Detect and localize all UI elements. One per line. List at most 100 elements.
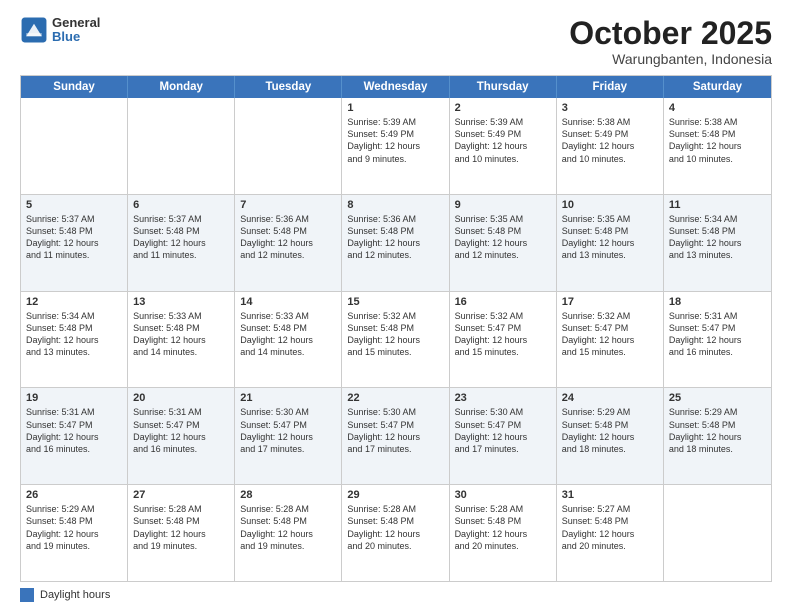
day-number: 31 <box>562 489 658 501</box>
calendar-cell: 23Sunrise: 5:30 AM Sunset: 5:47 PM Dayli… <box>450 388 557 484</box>
calendar-week-5: 26 Sunrise: 5:29 AM Sunset: 5:48 PM Dayli… <box>21 484 771 581</box>
day-number: 5 <box>26 199 122 211</box>
day-number: 20 <box>133 392 229 404</box>
day-info: Sunrise: 5:36 AM Sunset: 5:48 PM Dayligh… <box>347 213 443 262</box>
calendar-cell: 24 Sunrise: 5:29 AM Sunset: 5:48 PM Dayli… <box>557 388 664 484</box>
day-info: Sunrise: 5:35 AM Sunset: 5:48 PM Dayligh… <box>455 213 551 262</box>
legend-label: Daylight hours <box>40 589 110 601</box>
day-info: Sunrise: 5:35 AM Sunset: 5:48 PM Dayligh… <box>562 213 658 262</box>
calendar-cell: 29 Sunrise: 5:28 AM Sunset: 5:48 PM Dayli… <box>342 485 449 581</box>
day-info: Sunrise: 5:31 AM Sunset: 5:47 PM Dayligh… <box>26 406 122 455</box>
calendar-body: 1Sunrise: 5:39 AM Sunset: 5:49 PM Daylig… <box>21 98 771 581</box>
calendar-cell: 7Sunrise: 5:36 AM Sunset: 5:48 PM Daylig… <box>235 195 342 291</box>
calendar-cell: 13 Sunrise: 5:33 AM Sunset: 5:48 PM Dayli… <box>128 292 235 388</box>
day-number: 26 <box>26 489 122 501</box>
day-info: Sunrise: 5:38 AM Sunset: 5:48 PM Dayligh… <box>669 116 766 165</box>
calendar-cell: 17Sunrise: 5:32 AM Sunset: 5:47 PM Dayli… <box>557 292 664 388</box>
day-info: Sunrise: 5:28 AM Sunset: 5:48 PM Dayligh… <box>133 503 229 552</box>
day-number: 23 <box>455 392 551 404</box>
day-info: Sunrise: 5:29 AM Sunset: 5:48 PM Dayligh… <box>669 406 766 455</box>
day-number: 12 <box>26 296 122 308</box>
day-info: Sunrise: 5:28 AM Sunset: 5:48 PM Dayligh… <box>347 503 443 552</box>
calendar-cell: 9 Sunrise: 5:35 AM Sunset: 5:48 PM Daylig… <box>450 195 557 291</box>
day-number: 1 <box>347 102 443 114</box>
day-info: Sunrise: 5:33 AM Sunset: 5:48 PM Dayligh… <box>133 310 229 359</box>
calendar-cell: 31 Sunrise: 5:27 AM Sunset: 5:48 PM Dayli… <box>557 485 664 581</box>
calendar: SundayMondayTuesdayWednesdayThursdayFrid… <box>20 75 772 582</box>
day-info: Sunrise: 5:34 AM Sunset: 5:48 PM Dayligh… <box>669 213 766 262</box>
logo-general-text: General <box>52 16 100 30</box>
header-day-saturday: Saturday <box>664 76 771 98</box>
day-number: 13 <box>133 296 229 308</box>
day-number: 15 <box>347 296 443 308</box>
calendar-cell: 18Sunrise: 5:31 AM Sunset: 5:47 PM Dayli… <box>664 292 771 388</box>
calendar-cell: 19 Sunrise: 5:31 AM Sunset: 5:47 PM Dayli… <box>21 388 128 484</box>
calendar-cell: 14 Sunrise: 5:33 AM Sunset: 5:48 PM Dayli… <box>235 292 342 388</box>
day-info: Sunrise: 5:28 AM Sunset: 5:48 PM Dayligh… <box>240 503 336 552</box>
day-number: 22 <box>347 392 443 404</box>
day-number: 30 <box>455 489 551 501</box>
calendar-header-row: SundayMondayTuesdayWednesdayThursdayFrid… <box>21 76 771 98</box>
day-info: Sunrise: 5:29 AM Sunset: 5:48 PM Dayligh… <box>26 503 122 552</box>
day-number: 24 <box>562 392 658 404</box>
day-number: 8 <box>347 199 443 211</box>
calendar-cell: 6 Sunrise: 5:37 AM Sunset: 5:48 PM Daylig… <box>128 195 235 291</box>
calendar-week-2: 5 Sunrise: 5:37 AM Sunset: 5:48 PM Daylig… <box>21 194 771 291</box>
day-info: Sunrise: 5:32 AM Sunset: 5:47 PM Dayligh… <box>455 310 551 359</box>
header-day-friday: Friday <box>557 76 664 98</box>
day-number: 17 <box>562 296 658 308</box>
calendar-cell: 2Sunrise: 5:39 AM Sunset: 5:49 PM Daylig… <box>450 98 557 194</box>
day-info: Sunrise: 5:29 AM Sunset: 5:48 PM Dayligh… <box>562 406 658 455</box>
logo-blue-text: Blue <box>52 30 100 44</box>
page: General Blue October 2025 Warungbanten, … <box>0 0 792 612</box>
day-number: 21 <box>240 392 336 404</box>
day-info: Sunrise: 5:34 AM Sunset: 5:48 PM Dayligh… <box>26 310 122 359</box>
calendar-cell: 12 Sunrise: 5:34 AM Sunset: 5:48 PM Dayli… <box>21 292 128 388</box>
day-number: 16 <box>455 296 551 308</box>
header-day-thursday: Thursday <box>450 76 557 98</box>
day-number: 4 <box>669 102 766 114</box>
header-day-tuesday: Tuesday <box>235 76 342 98</box>
calendar-cell: 26 Sunrise: 5:29 AM Sunset: 5:48 PM Dayli… <box>21 485 128 581</box>
calendar-week-1: 1Sunrise: 5:39 AM Sunset: 5:49 PM Daylig… <box>21 98 771 194</box>
calendar-cell: 10 Sunrise: 5:35 AM Sunset: 5:48 PM Dayli… <box>557 195 664 291</box>
calendar-location: Warungbanten, Indonesia <box>569 51 772 67</box>
day-info: Sunrise: 5:32 AM Sunset: 5:48 PM Dayligh… <box>347 310 443 359</box>
calendar-cell <box>235 98 342 194</box>
calendar-cell: 20Sunrise: 5:31 AM Sunset: 5:47 PM Dayli… <box>128 388 235 484</box>
day-info: Sunrise: 5:27 AM Sunset: 5:48 PM Dayligh… <box>562 503 658 552</box>
day-number: 9 <box>455 199 551 211</box>
day-number: 29 <box>347 489 443 501</box>
day-number: 2 <box>455 102 551 114</box>
calendar-cell: 11 Sunrise: 5:34 AM Sunset: 5:48 PM Dayli… <box>664 195 771 291</box>
calendar-cell <box>128 98 235 194</box>
calendar-cell: 1Sunrise: 5:39 AM Sunset: 5:49 PM Daylig… <box>342 98 449 194</box>
calendar-cell: 30Sunrise: 5:28 AM Sunset: 5:48 PM Dayli… <box>450 485 557 581</box>
day-number: 6 <box>133 199 229 211</box>
calendar-cell: 21 Sunrise: 5:30 AM Sunset: 5:47 PM Dayli… <box>235 388 342 484</box>
day-number: 14 <box>240 296 336 308</box>
day-number: 25 <box>669 392 766 404</box>
day-number: 27 <box>133 489 229 501</box>
calendar-cell: 15 Sunrise: 5:32 AM Sunset: 5:48 PM Dayli… <box>342 292 449 388</box>
day-number: 10 <box>562 199 658 211</box>
legend: Daylight hours <box>20 588 772 602</box>
day-info: Sunrise: 5:30 AM Sunset: 5:47 PM Dayligh… <box>347 406 443 455</box>
day-number: 11 <box>669 199 766 211</box>
day-info: Sunrise: 5:37 AM Sunset: 5:48 PM Dayligh… <box>133 213 229 262</box>
legend-color-box <box>20 588 34 602</box>
title-area: October 2025 Warungbanten, Indonesia <box>569 16 772 67</box>
calendar-title: October 2025 <box>569 16 772 51</box>
day-number: 19 <box>26 392 122 404</box>
day-info: Sunrise: 5:33 AM Sunset: 5:48 PM Dayligh… <box>240 310 336 359</box>
calendar-week-4: 19 Sunrise: 5:31 AM Sunset: 5:47 PM Dayli… <box>21 387 771 484</box>
calendar-cell: 8 Sunrise: 5:36 AM Sunset: 5:48 PM Daylig… <box>342 195 449 291</box>
calendar-cell: 4 Sunrise: 5:38 AM Sunset: 5:48 PM Daylig… <box>664 98 771 194</box>
day-info: Sunrise: 5:30 AM Sunset: 5:47 PM Dayligh… <box>240 406 336 455</box>
logo-text: General Blue <box>52 16 100 45</box>
calendar-cell: 22 Sunrise: 5:30 AM Sunset: 5:47 PM Dayli… <box>342 388 449 484</box>
logo: General Blue <box>20 16 100 45</box>
calendar-cell: 16 Sunrise: 5:32 AM Sunset: 5:47 PM Dayli… <box>450 292 557 388</box>
header-day-wednesday: Wednesday <box>342 76 449 98</box>
day-number: 7 <box>240 199 336 211</box>
